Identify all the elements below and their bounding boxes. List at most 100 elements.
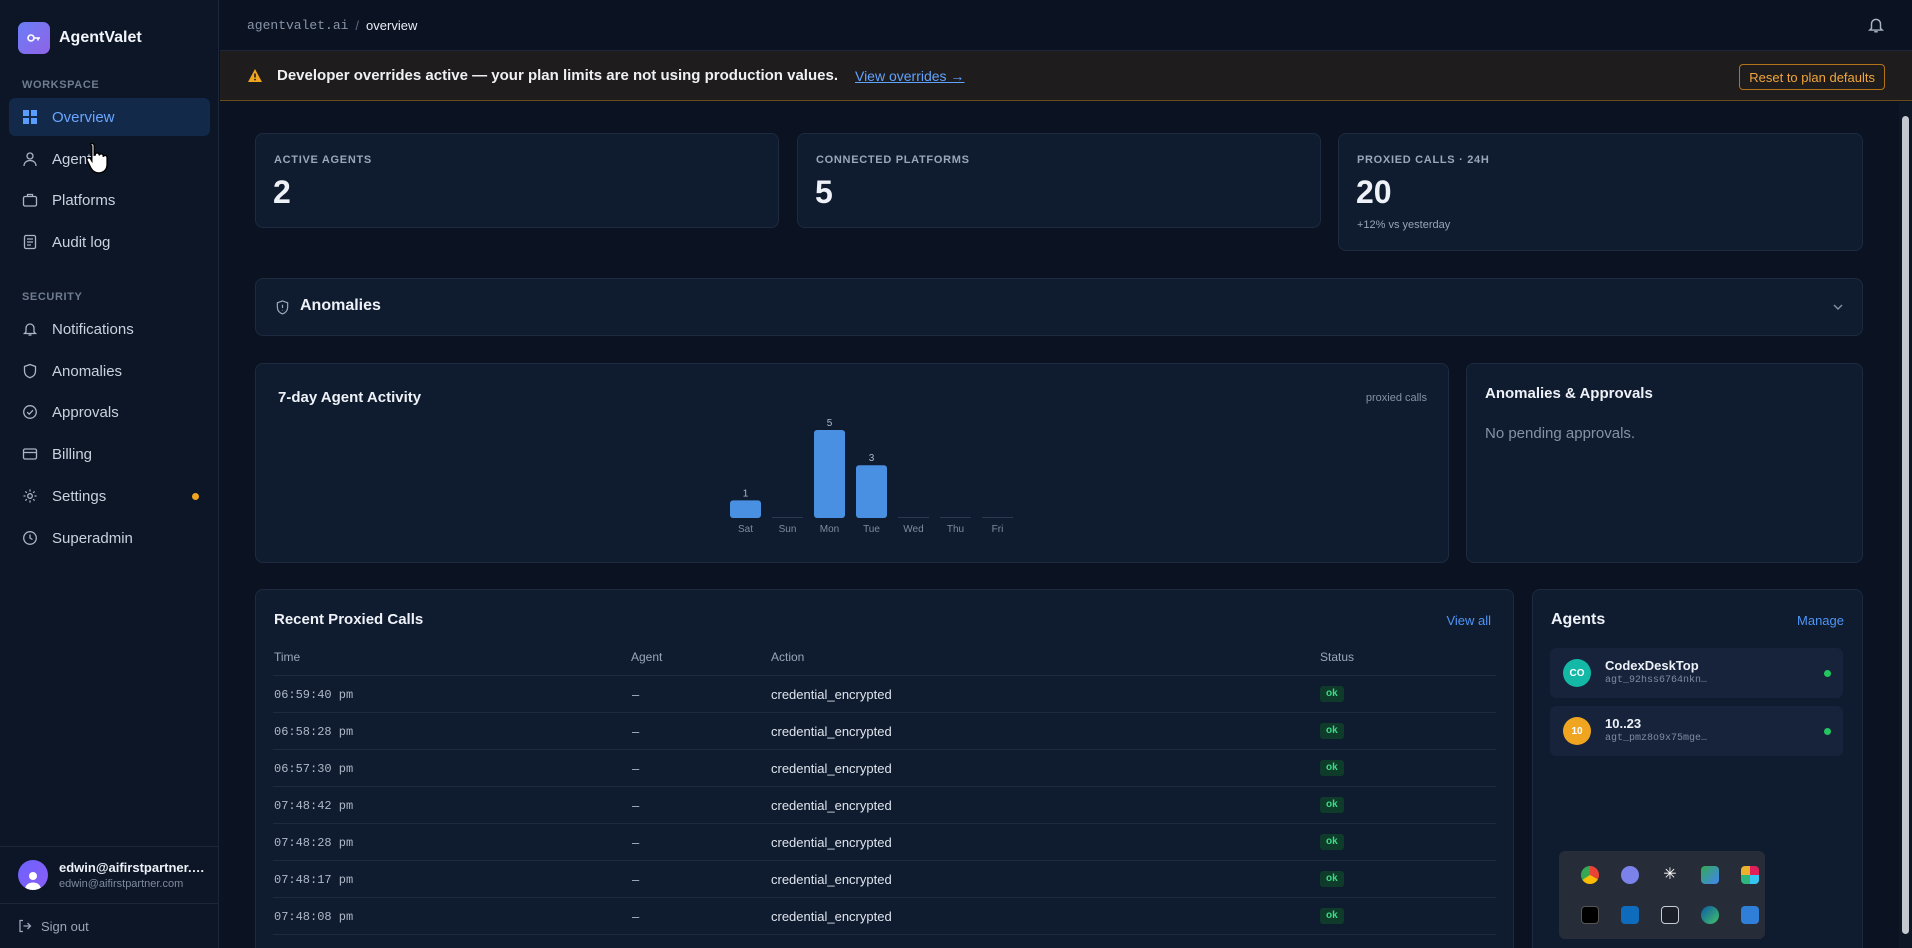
- bar-sat[interactable]: [730, 500, 761, 518]
- user-name: edwin@aifirstpartner.com: [59, 860, 209, 875]
- agent-item-codexdesktop[interactable]: CO CodexDeskTop agt_92hss6764nkn…: [1550, 648, 1843, 698]
- breadcrumb-root[interactable]: agentvalet.ai: [247, 18, 348, 33]
- security-icon[interactable]: [1741, 906, 1759, 924]
- sidebar-item-label: Billing: [52, 445, 93, 463]
- row-time: 07:48:17 pm: [274, 873, 354, 887]
- notifications-bell-icon[interactable]: [1867, 16, 1885, 34]
- agent-id: agt_pmz8o9x75mge…: [1605, 733, 1708, 744]
- row-time: 07:48:28 pm: [274, 836, 354, 850]
- hand-cursor-icon: [86, 142, 108, 174]
- row-time: 07:48:42 pm: [274, 799, 354, 813]
- approvals-card: Anomalies & Approvals No pending approva…: [1466, 363, 1863, 563]
- activity-chart-card: 7-day Agent Activity proxied calls Sat 1 S…: [255, 363, 1449, 563]
- bell-icon: [22, 323, 38, 336]
- table-row[interactable]: 07:48:28 pm – credential_encrypted ok: [273, 823, 1496, 860]
- column-header-agent[interactable]: Agent: [631, 650, 662, 664]
- row-agent: –: [632, 872, 640, 887]
- person-icon: [25, 872, 41, 890]
- approvals-title: Anomalies & Approvals: [1485, 385, 1653, 402]
- sidebar-item-overview[interactable]: Overview: [9, 98, 210, 136]
- bar-value-label: 3: [869, 453, 875, 464]
- user-email: edwin@aifirstpartner.com: [59, 878, 184, 890]
- stat-label: ACTIVE AGENTS: [274, 154, 372, 166]
- briefcase-icon: [22, 193, 38, 207]
- sidebar-item-platforms[interactable]: Platforms: [9, 181, 210, 219]
- sidebar-item-approvals[interactable]: Approvals: [9, 393, 210, 431]
- stat-label: PROXIED CALLS · 24H: [1357, 154, 1490, 166]
- bar-value-label: 1: [743, 488, 749, 499]
- recent-calls-title: Recent Proxied Calls: [274, 611, 424, 628]
- stat-card-proxied-calls: PROXIED CALLS · 24H 20 +12% vs yesterday: [1338, 133, 1863, 251]
- view-overrides-link[interactable]: View overrides →: [855, 68, 964, 84]
- sidebar-item-superadmin[interactable]: Superadmin: [9, 519, 210, 557]
- chevron-down-icon[interactable]: [1832, 302, 1844, 312]
- top-bar: agentvalet.ai / overview: [220, 0, 1912, 51]
- status-badge: ok: [1320, 834, 1344, 850]
- stat-value: 20: [1356, 174, 1392, 210]
- edge-icon[interactable]: [1701, 906, 1719, 924]
- warning-icon: [248, 69, 262, 82]
- stat-change: +12% vs yesterday: [1357, 219, 1451, 231]
- column-header-action[interactable]: Action: [771, 650, 804, 664]
- approvals-empty-state: No pending approvals.: [1485, 425, 1636, 442]
- bar-mon[interactable]: [814, 430, 845, 518]
- bar-thu[interactable]: [940, 517, 971, 518]
- agent-item-10-23[interactable]: 10 10..23 agt_pmz8o9x75mge…: [1550, 706, 1843, 756]
- outlook-icon[interactable]: [1621, 906, 1639, 924]
- table-row[interactable]: 07:48:17 pm – credential_encrypted ok: [273, 860, 1496, 897]
- status-badge: ok: [1320, 871, 1344, 887]
- claude-icon[interactable]: ✳: [1661, 866, 1679, 884]
- column-header-time[interactable]: Time: [274, 650, 300, 664]
- table-row[interactable]: 06:58:28 pm – credential_encrypted ok: [273, 712, 1496, 749]
- row-action: credential_encrypted: [771, 909, 892, 924]
- brand[interactable]: AgentValet: [18, 22, 142, 54]
- stat-card-connected-platforms: CONNECTED PLATFORMS 5: [797, 133, 1321, 228]
- row-action: credential_encrypted: [771, 798, 892, 813]
- table-row[interactable]: 07:48:42 pm – credential_encrypted ok: [273, 786, 1496, 823]
- key-icon: [18, 22, 50, 54]
- status-badge: ok: [1320, 908, 1344, 924]
- view-all-link[interactable]: View all: [1446, 613, 1491, 628]
- row-time: 07:48:08 pm: [274, 910, 354, 924]
- sidebar-item-notifications[interactable]: Notifications: [9, 310, 210, 348]
- anomalies-panel[interactable]: Anomalies: [255, 278, 1863, 336]
- window-icon[interactable]: [1661, 906, 1679, 924]
- reset-plan-defaults-button[interactable]: Reset to plan defaults: [1739, 64, 1885, 90]
- chat-icon[interactable]: [1621, 866, 1639, 884]
- sidebar-item-audit-log[interactable]: Audit log: [9, 223, 210, 261]
- manage-agents-link[interactable]: Manage: [1797, 613, 1844, 628]
- user-icon: [23, 152, 37, 167]
- table-row: [273, 934, 1496, 948]
- agent-id: agt_92hss6764nkn…: [1605, 675, 1708, 686]
- app-root: AgentValet WORKSPACE Overview Agents Pla…: [0, 0, 1912, 948]
- chrome-icon[interactable]: [1581, 866, 1599, 884]
- row-agent: –: [632, 761, 640, 776]
- bar-tue[interactable]: [856, 465, 887, 518]
- column-header-status[interactable]: Status: [1320, 650, 1354, 664]
- scrollbar-thumb[interactable]: [1902, 116, 1909, 934]
- sign-out-button[interactable]: Sign out: [0, 903, 219, 948]
- user-profile[interactable]: edwin@aifirstpartner.com edwin@aifirstpa…: [0, 846, 219, 903]
- drive-icon[interactable]: [1701, 866, 1719, 884]
- bar-wed[interactable]: [898, 517, 929, 518]
- agent-name: CodexDeskTop: [1605, 658, 1699, 673]
- sidebar-item-settings[interactable]: Settings: [9, 477, 210, 515]
- sidebar-item-label: Anomalies: [52, 362, 123, 380]
- sidebar-item-billing[interactable]: Billing: [9, 435, 210, 473]
- status-badge: ok: [1320, 686, 1344, 702]
- sidebar-item-anomalies[interactable]: Anomalies: [9, 352, 210, 390]
- table-row[interactable]: 06:59:40 pm – credential_encrypted ok: [273, 675, 1496, 712]
- gear-icon: [23, 489, 37, 503]
- slack-icon[interactable]: [1741, 866, 1759, 884]
- page-scrollbar[interactable]: [1899, 102, 1912, 948]
- table-row[interactable]: 06:57:30 pm – credential_encrypted ok: [273, 749, 1496, 786]
- sidebar-item-label: Notifications: [52, 320, 134, 338]
- table-row[interactable]: 07:48:08 pm – credential_encrypted ok: [273, 897, 1496, 934]
- bar-fri[interactable]: [982, 517, 1013, 518]
- amd-icon[interactable]: [1581, 906, 1599, 924]
- row-action: credential_encrypted: [771, 761, 892, 776]
- bar-sun[interactable]: [772, 517, 803, 518]
- breadcrumb-separator: /: [355, 17, 360, 33]
- row-action: credential_encrypted: [771, 835, 892, 850]
- agents-title: Agents: [1551, 611, 1606, 628]
